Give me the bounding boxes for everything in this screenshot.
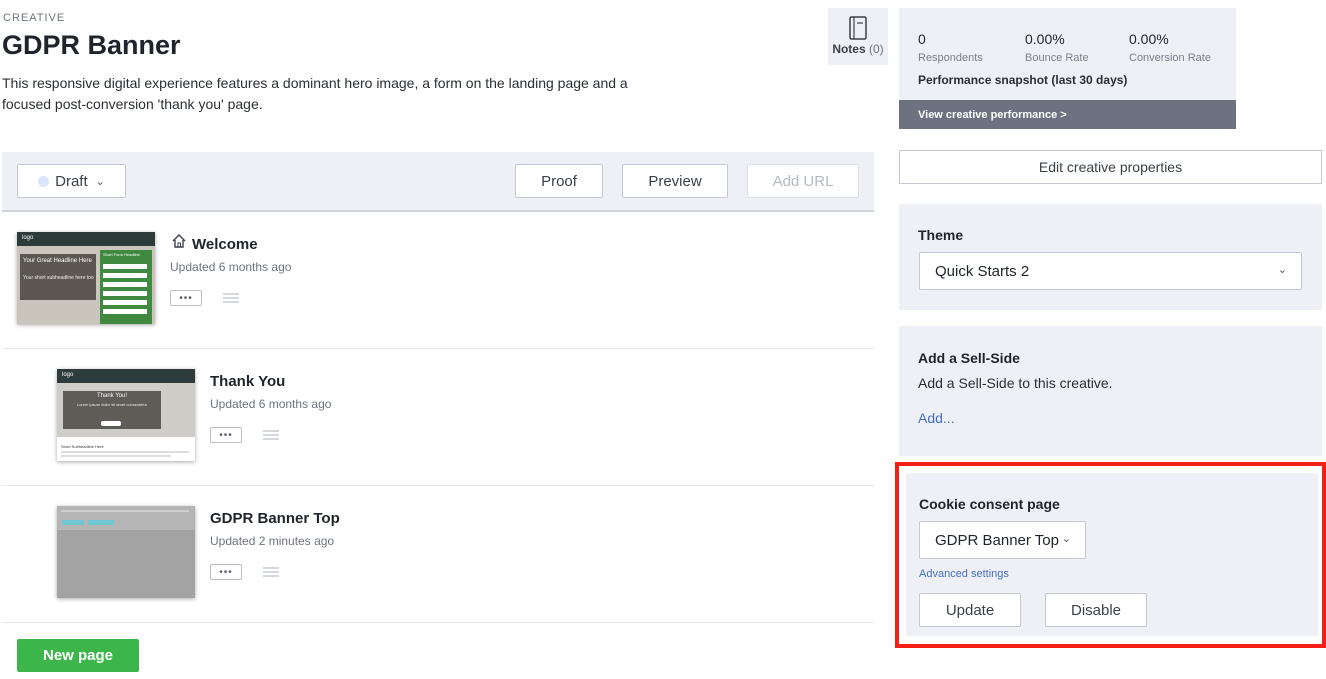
welcome-thumbnail[interactable]: logo Your Great Headline Here Your short… bbox=[17, 232, 155, 324]
gdpr-banner-thumbnail[interactable] bbox=[57, 506, 195, 598]
notes-count: (0) bbox=[869, 42, 884, 56]
respondents-label: Respondents bbox=[918, 52, 983, 64]
notes-button[interactable]: Notes (0) bbox=[828, 8, 888, 65]
thumb-logo: logo bbox=[62, 372, 74, 378]
disable-button[interactable]: Disable bbox=[1045, 593, 1147, 627]
performance-snapshot-label: Performance snapshot (last 30 days) bbox=[918, 73, 1128, 87]
update-button[interactable]: Update bbox=[919, 593, 1021, 627]
thumb-headline: Thank You! bbox=[96, 393, 128, 399]
drag-handle-icon[interactable] bbox=[263, 567, 279, 577]
sell-side-heading: Add a Sell-Side bbox=[918, 350, 1020, 366]
page-updated-welcome: Updated 6 months ago bbox=[170, 260, 292, 274]
page-eyebrow: CREATIVE bbox=[3, 12, 66, 24]
page-name-welcome[interactable]: Welcome bbox=[192, 236, 258, 253]
page-updated-thank-you: Updated 6 months ago bbox=[210, 397, 332, 411]
page-more-button[interactable]: ••• bbox=[170, 290, 202, 306]
status-label: Draft bbox=[55, 172, 88, 190]
page-description: This responsive digital experience featu… bbox=[2, 75, 628, 112]
add-url-button[interactable]: Add URL bbox=[747, 164, 859, 198]
bounce-rate-label: Bounce Rate bbox=[1025, 52, 1089, 64]
preview-button[interactable]: Preview bbox=[622, 164, 728, 198]
thumb-subheadline: Your short subheadline here too bbox=[23, 275, 94, 281]
chevron-down-icon: ⌄ bbox=[1061, 533, 1071, 545]
bounce-rate-value: 0.00% bbox=[1025, 31, 1065, 47]
drag-handle-icon[interactable] bbox=[223, 293, 239, 303]
theme-heading: Theme bbox=[918, 227, 964, 243]
page-name-gdpr-banner-top[interactable]: GDPR Banner Top bbox=[210, 510, 340, 527]
advanced-settings-link[interactable]: Advanced settings bbox=[919, 568, 1009, 580]
respondents-value: 0 bbox=[918, 31, 926, 47]
cookie-page-select[interactable]: GDPR Banner Top ⌄ bbox=[919, 521, 1086, 559]
notebook-icon bbox=[849, 16, 867, 40]
new-page-button[interactable]: New page bbox=[17, 639, 139, 672]
chevron-down-icon: ⌄ bbox=[95, 175, 105, 188]
thumb-headline: Your Great Headline Here bbox=[23, 258, 92, 264]
page-name-thank-you[interactable]: Thank You bbox=[210, 373, 285, 390]
cookie-page-selected: GDPR Banner Top bbox=[935, 532, 1059, 549]
chevron-down-icon: ⌄ bbox=[1277, 264, 1287, 276]
theme-selected: Quick Starts 2 bbox=[935, 263, 1030, 280]
sell-side-text: Add a Sell-Side to this creative. bbox=[918, 375, 1113, 391]
conversion-rate-label: Conversion Rate bbox=[1129, 52, 1211, 64]
theme-select[interactable]: Quick Starts 2 ⌄ bbox=[919, 252, 1302, 290]
page-toolbar: Draft ⌄ Proof Preview Add URL bbox=[2, 152, 874, 212]
cookie-consent-panel: Cookie consent page GDPR Banner Top ⌄ Ad… bbox=[906, 473, 1318, 636]
page-more-button[interactable]: ••• bbox=[210, 564, 242, 580]
performance-card: 0 Respondents 0.00% Bounce Rate 0.00% Co… bbox=[899, 8, 1236, 129]
sell-side-panel: Add a Sell-Side Add a Sell-Side to this … bbox=[899, 326, 1322, 456]
thumb-lower-heading: Short Subheadline Here bbox=[61, 444, 104, 449]
notes-label: Notes bbox=[832, 42, 866, 56]
theme-panel: Theme Quick Starts 2 ⌄ bbox=[899, 204, 1322, 310]
row-divider bbox=[2, 622, 874, 623]
status-dot-icon bbox=[38, 175, 50, 187]
add-sell-side-link[interactable]: Add... bbox=[918, 410, 955, 426]
page-title: GDPR Banner bbox=[2, 30, 181, 60]
thank-you-thumbnail[interactable]: logo Thank You! Lorem ipsum dolor sit am… bbox=[57, 369, 195, 461]
view-performance-link[interactable]: View creative performance > bbox=[899, 100, 1236, 129]
page-more-button[interactable]: ••• bbox=[210, 427, 242, 443]
row-divider bbox=[2, 348, 874, 349]
proof-button[interactable]: Proof bbox=[515, 164, 603, 198]
drag-handle-icon[interactable] bbox=[263, 430, 279, 440]
conversion-rate-value: 0.00% bbox=[1129, 31, 1169, 47]
row-divider bbox=[2, 485, 874, 486]
cookie-consent-heading: Cookie consent page bbox=[919, 496, 1060, 512]
thumb-form-title: Short Form Headline bbox=[103, 252, 140, 257]
home-icon bbox=[172, 234, 186, 248]
edit-creative-properties-button[interactable]: Edit creative properties bbox=[899, 150, 1322, 184]
status-dropdown[interactable]: Draft ⌄ bbox=[17, 164, 126, 198]
thumb-logo: logo bbox=[22, 235, 34, 241]
page-updated-gdpr-banner-top: Updated 2 minutes ago bbox=[210, 534, 335, 548]
thumb-subheadline: Lorem ipsum dolor sit amet consectetur bbox=[76, 402, 148, 407]
